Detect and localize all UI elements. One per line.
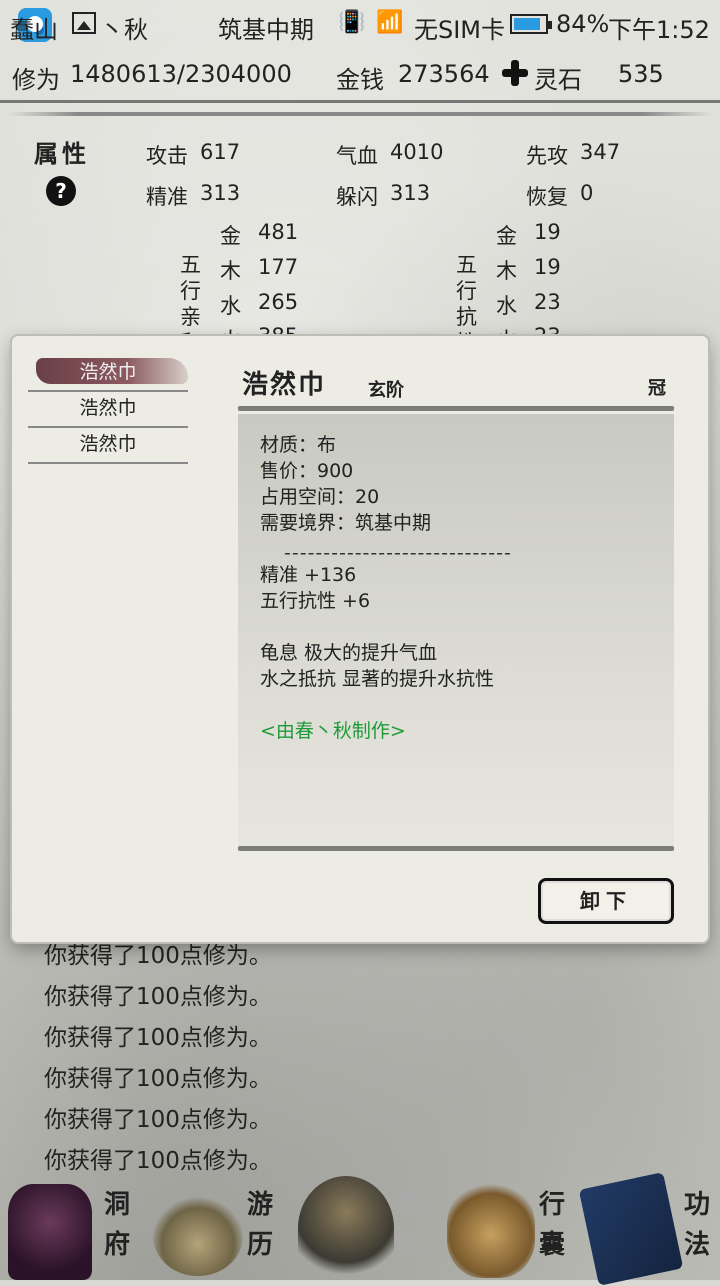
equipment-detail-dialog: 浩然巾 浩然巾 浩然巾 浩然巾 玄阶 冠 材质：布 售价：900 占用空间：20… bbox=[12, 336, 708, 942]
dodge-label: 躲闪 bbox=[336, 185, 378, 209]
vibrate-icon: 📳 bbox=[338, 10, 366, 35]
recovery-label: 恢复 bbox=[526, 185, 568, 209]
lingshi-value: 535 bbox=[618, 60, 664, 88]
status-left-text: 蠢山 bbox=[10, 16, 58, 44]
hp-label: 气血 bbox=[336, 144, 378, 168]
nav-travel-label-1: 游 bbox=[247, 1190, 274, 1220]
bottom-rule bbox=[238, 846, 674, 851]
hp-value: 4010 bbox=[390, 140, 444, 164]
nav-skill-label-1: 功 bbox=[684, 1190, 711, 1220]
bag-art-icon bbox=[447, 1182, 535, 1278]
accuracy-label: 精准 bbox=[146, 185, 188, 209]
season-text: 丶秋 bbox=[100, 16, 148, 44]
recovery-value: 0 bbox=[580, 181, 594, 205]
item-stat: 精准 +136 bbox=[260, 564, 357, 586]
equipment-list-item[interactable]: 浩然巾 bbox=[28, 356, 188, 392]
nav-travel[interactable]: 游 历 bbox=[145, 1176, 290, 1280]
nav-cave[interactable]: 洞 府 bbox=[0, 1176, 145, 1280]
log-line: 你获得了100点修为。 bbox=[44, 1107, 272, 1133]
resist-value: 19 bbox=[534, 220, 561, 244]
image-notification-icon bbox=[72, 12, 96, 34]
nav-skill[interactable]: 功 法 bbox=[578, 1172, 720, 1286]
money-value: 273564 bbox=[398, 60, 490, 88]
item-price: 售价：900 bbox=[260, 460, 354, 482]
help-icon[interactable]: ? bbox=[46, 176, 76, 206]
item-grade: 玄阶 bbox=[368, 380, 404, 401]
item-effect: 水之抵抗 显著的提升水抗性 bbox=[260, 668, 495, 690]
nav-bag-label-2: 囊 bbox=[539, 1230, 566, 1260]
unequip-button[interactable]: 卸下 bbox=[538, 878, 674, 924]
clock: 下午1:52 bbox=[608, 16, 710, 44]
log-line: 你获得了100点修为。 bbox=[44, 943, 272, 969]
nav-bag-label-1: 行 bbox=[539, 1190, 566, 1220]
battery-percent: 84% bbox=[556, 10, 610, 38]
resist-value: 19 bbox=[534, 255, 561, 279]
item-maker: <由春丶秋制作> bbox=[260, 720, 406, 742]
affinity-value: 177 bbox=[258, 255, 299, 279]
nav-cave-label-2: 府 bbox=[104, 1230, 131, 1260]
bottom-nav: 洞 府 游 历 角 色 行 囊 功 法 bbox=[0, 1172, 720, 1286]
nav-travel-label-2: 历 bbox=[247, 1230, 274, 1260]
nav-role-label-1: 角 bbox=[394, 1190, 421, 1220]
dodge-value: 313 bbox=[390, 181, 431, 205]
resist-value: 23 bbox=[534, 290, 561, 314]
nav-cave-label-1: 洞 bbox=[104, 1190, 131, 1220]
log-line: 你获得了100点修为。 bbox=[44, 984, 272, 1010]
affinity-el: 木 bbox=[220, 259, 241, 283]
item-material: 材质：布 bbox=[260, 434, 337, 456]
item-slot: 冠 bbox=[648, 378, 666, 399]
wifi-icon: 📶 bbox=[376, 10, 404, 35]
cave-art-icon bbox=[8, 1184, 92, 1280]
item-space: 占用空间：20 bbox=[260, 486, 380, 508]
log-line: 你获得了100点修为。 bbox=[44, 1025, 272, 1051]
realm-text: 筑基中期 bbox=[218, 16, 314, 44]
equipment-list-item-label: 浩然巾 bbox=[79, 361, 137, 383]
travel-art-icon bbox=[153, 1196, 243, 1276]
divider bbox=[8, 112, 712, 116]
affinity-el: 水 bbox=[220, 294, 241, 318]
equipment-list-item[interactable]: 浩然巾 bbox=[28, 392, 188, 428]
affinity-value: 265 bbox=[258, 290, 299, 314]
item-stat: 五行抗性 +6 bbox=[260, 590, 371, 612]
resource-header: 修为 1480613/2304000 金钱 273564 灵石 535 bbox=[0, 50, 720, 103]
cultivation-value: 1480613/2304000 bbox=[70, 60, 292, 88]
equipment-list-item-label: 浩然巾 bbox=[79, 433, 137, 455]
resist-el: 木 bbox=[496, 259, 517, 283]
title-rule bbox=[238, 406, 674, 411]
item-realm-requirement: 需要境界：筑基中期 bbox=[260, 512, 432, 534]
attack-value: 617 bbox=[200, 140, 241, 164]
affinity-value: 481 bbox=[258, 220, 299, 244]
equipment-list-item-label: 浩然巾 bbox=[79, 397, 137, 419]
message-log: 你获得了100点修为。 你获得了100点修为。 你获得了100点修为。 你获得了… bbox=[44, 938, 272, 1184]
status-bar: 蠢山 丶秋 筑基中期 📳 📶 无SIM卡 84% 下午1:52 bbox=[0, 0, 720, 50]
spirit-stone-icon bbox=[502, 60, 528, 86]
initiative-label: 先攻 bbox=[526, 144, 568, 168]
role-art-icon bbox=[298, 1176, 394, 1280]
log-line: 你获得了100点修为。 bbox=[44, 1066, 272, 1092]
skill-book-icon bbox=[578, 1172, 684, 1286]
attack-label: 攻击 bbox=[146, 144, 188, 168]
lingshi-label: 灵石 bbox=[534, 66, 582, 94]
affinity-el: 金 bbox=[220, 224, 241, 248]
item-title: 浩然巾 bbox=[242, 370, 327, 400]
carrier-text: 无SIM卡 bbox=[414, 16, 506, 44]
nav-role[interactable]: 角 色 bbox=[290, 1176, 435, 1280]
resist-el: 金 bbox=[496, 224, 517, 248]
equipment-list-item[interactable]: 浩然巾 bbox=[28, 428, 188, 464]
money-label: 金钱 bbox=[336, 66, 384, 94]
nav-bag[interactable]: 行 囊 bbox=[435, 1176, 580, 1280]
initiative-value: 347 bbox=[580, 140, 621, 164]
item-detail-panel: 材质：布 售价：900 占用空间：20 需要境界：筑基中期 ----------… bbox=[238, 414, 674, 848]
accuracy-value: 313 bbox=[200, 181, 241, 205]
item-effect: 龟息 极大的提升气血 bbox=[260, 642, 438, 664]
nav-role-label-2: 色 bbox=[394, 1230, 421, 1260]
attributes-title: 属性 bbox=[34, 140, 90, 168]
battery-icon bbox=[510, 14, 552, 34]
nav-skill-label-2: 法 bbox=[684, 1230, 711, 1260]
resist-el: 水 bbox=[496, 294, 517, 318]
cultivation-label: 修为 bbox=[12, 66, 60, 94]
equipment-list: 浩然巾 浩然巾 浩然巾 bbox=[28, 356, 208, 464]
